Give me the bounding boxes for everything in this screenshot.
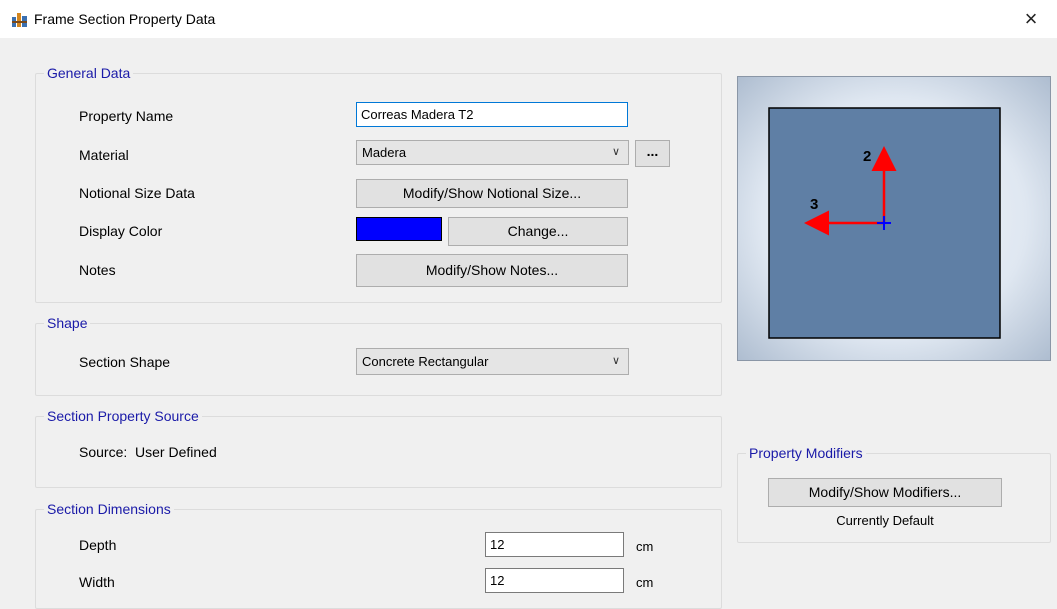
shape-group: Shape Section Shape Concrete Rectangular… [35, 315, 722, 396]
source-text: Source: User Defined [79, 444, 217, 460]
section-property-source-group: Section Property Source Source: User Def… [35, 408, 722, 488]
property-name-input[interactable] [356, 102, 628, 127]
dialog-body: General Data Property Name Material Made… [8, 44, 1057, 609]
property-name-label: Property Name [79, 108, 174, 124]
notional-size-button[interactable]: Modify/Show Notional Size... [356, 179, 628, 208]
material-label: Material [79, 147, 129, 163]
section-shape-value: Concrete Rectangular [362, 354, 489, 369]
material-select[interactable]: Madera ∨ [356, 140, 629, 165]
property-modifiers-title: Property Modifiers [746, 445, 866, 461]
width-input[interactable] [485, 568, 624, 593]
section-dimensions-title: Section Dimensions [44, 501, 174, 517]
material-select-value: Madera [362, 145, 407, 160]
material-browse-button[interactable]: ... [635, 140, 670, 167]
section-shape-select[interactable]: Concrete Rectangular ∨ [356, 348, 629, 375]
axis-3-label: 3 [810, 196, 818, 213]
display-color-swatch[interactable] [356, 217, 442, 241]
display-color-label: Display Color [79, 223, 163, 239]
section-preview: 2 3 [737, 76, 1051, 361]
depth-input[interactable] [485, 532, 624, 557]
depth-label: Depth [79, 537, 117, 553]
axis-2-label: 2 [863, 148, 871, 165]
shape-title: Shape [44, 315, 91, 331]
section-preview-drawing: 2 3 [768, 107, 1001, 339]
modifiers-status: Currently Default [836, 513, 934, 528]
chevron-down-icon: ∨ [611, 355, 621, 367]
window-title: Frame Section Property Data [34, 11, 216, 27]
section-shape-label: Section Shape [79, 354, 171, 370]
change-color-button[interactable]: Change... [448, 217, 628, 246]
notes-button[interactable]: Modify/Show Notes... [356, 254, 628, 287]
close-button[interactable]: × [1019, 6, 1043, 32]
general-data-title: General Data [44, 65, 134, 81]
modify-modifiers-button[interactable]: Modify/Show Modifiers... [768, 478, 1002, 507]
section-property-source-title: Section Property Source [44, 408, 202, 424]
property-modifiers-group: Property Modifiers Modify/Show Modifiers… [737, 445, 1051, 543]
section-dimensions-group: Section Dimensions Depth cm Width cm [35, 501, 722, 609]
notional-size-label: Notional Size Data [79, 185, 195, 201]
chevron-down-icon: ∨ [611, 146, 621, 158]
width-unit: cm [636, 575, 654, 590]
width-label: Width [79, 574, 115, 590]
general-data-group: General Data Property Name Material Made… [35, 65, 722, 303]
title-bar: Frame Section Property Data × [0, 0, 1057, 38]
notes-label: Notes [79, 262, 116, 278]
app-icon [12, 13, 27, 27]
depth-unit: cm [636, 539, 654, 554]
